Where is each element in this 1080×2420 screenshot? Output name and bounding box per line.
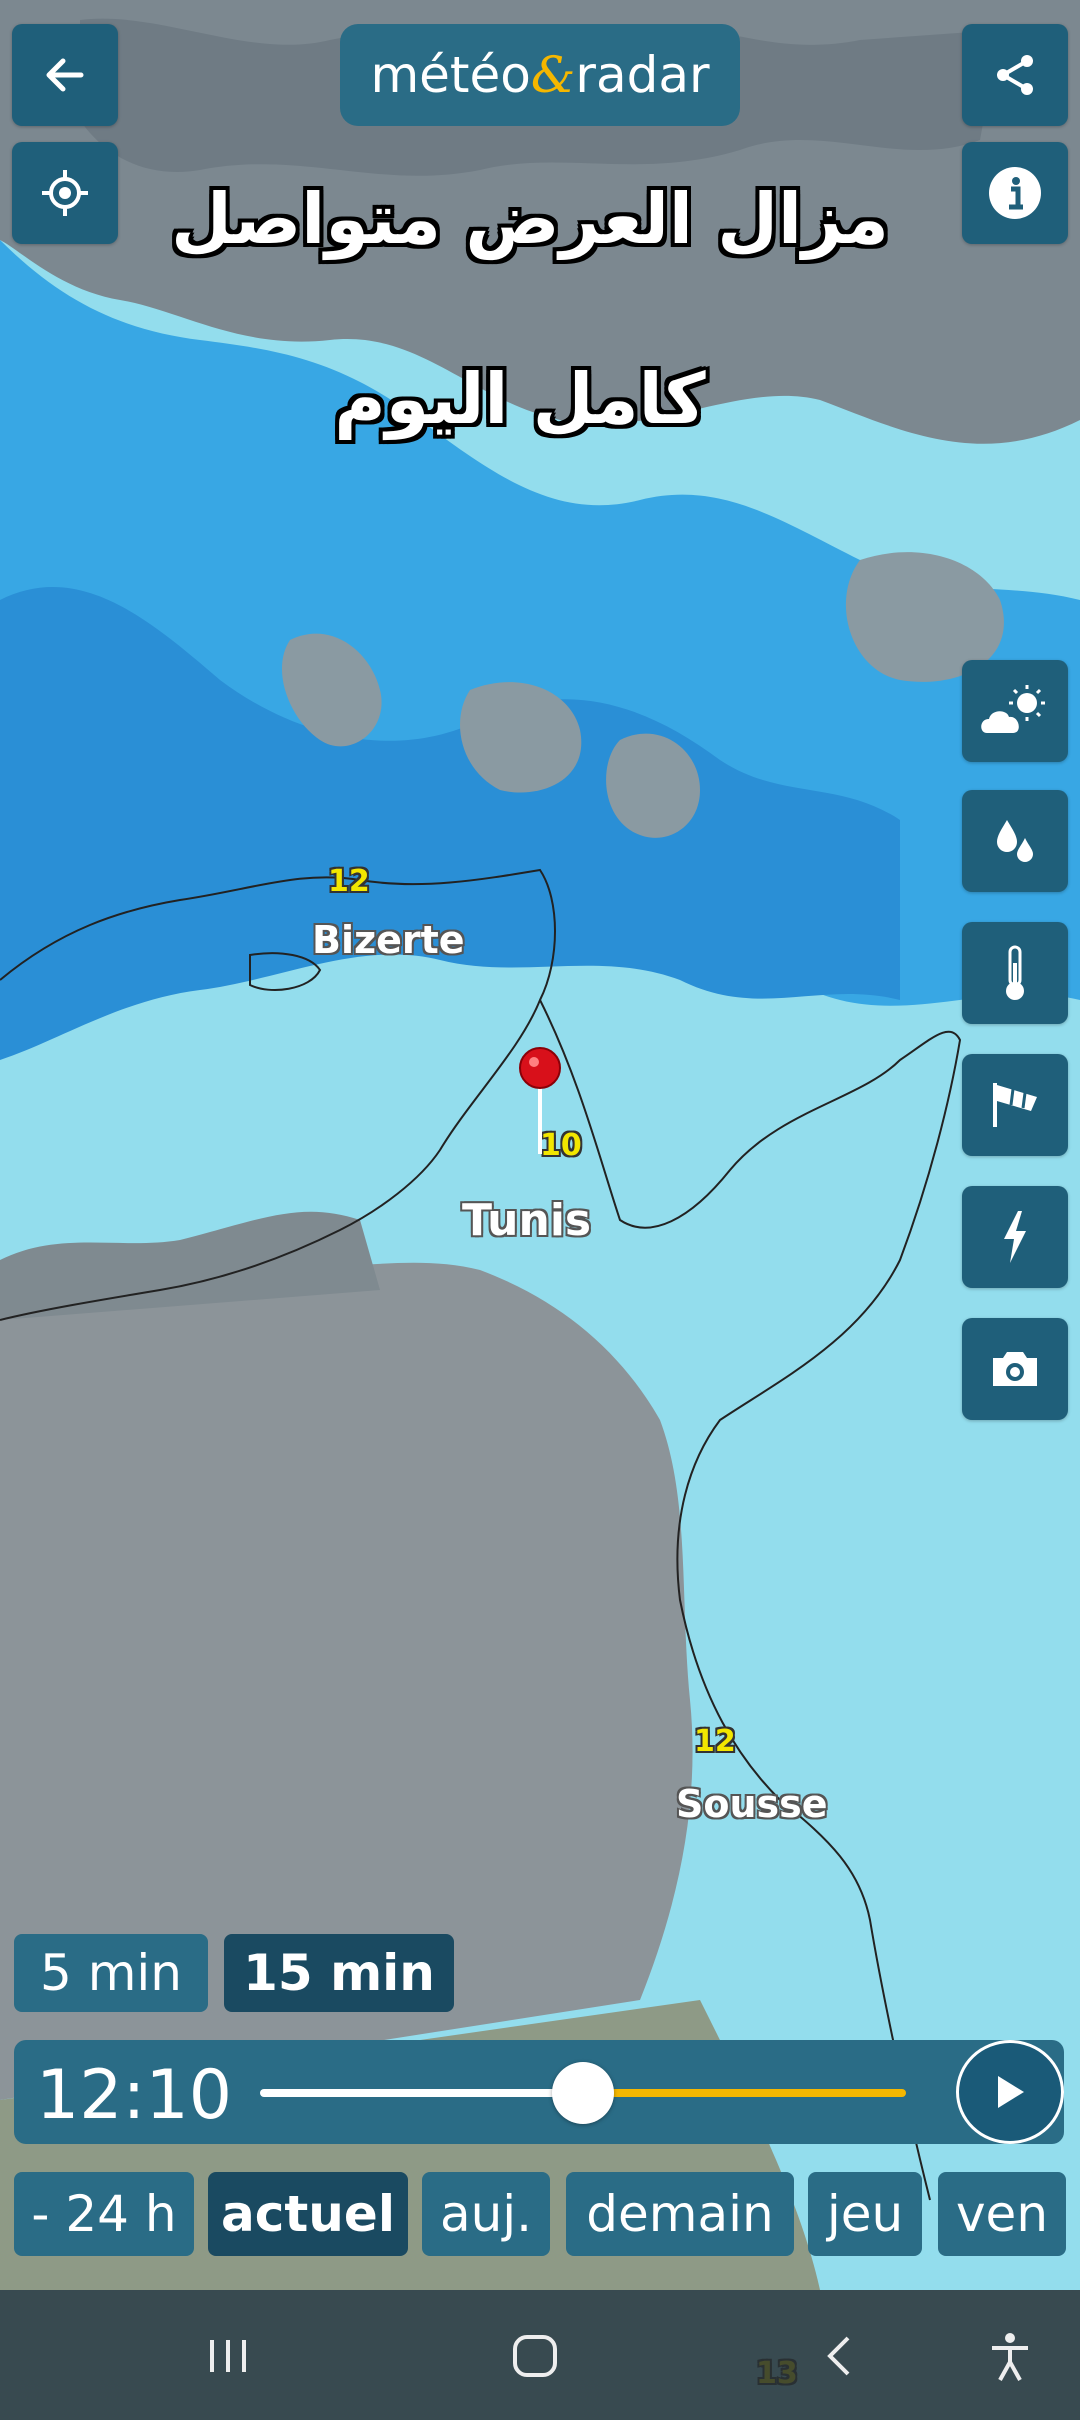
city-label-sousse: Sousse bbox=[676, 1782, 828, 1826]
locate-button[interactable] bbox=[12, 142, 118, 244]
bizerte-temp: 12 bbox=[328, 864, 370, 899]
logo-text-right: radar bbox=[575, 46, 710, 104]
back-nav-icon[interactable] bbox=[822, 2334, 858, 2378]
city-label-tunis: Tunis bbox=[462, 1195, 592, 1246]
timeline-slider-thumb[interactable] bbox=[552, 2062, 614, 2124]
precipitation-icon bbox=[997, 820, 1033, 862]
city-label-bizerte: Bizerte bbox=[312, 918, 465, 962]
arrow-left-icon bbox=[46, 58, 84, 92]
layer-lightning-button[interactable] bbox=[962, 1186, 1068, 1288]
layer-camera-button[interactable] bbox=[962, 1318, 1068, 1420]
timeline-bar: 12:10 bbox=[14, 2040, 1064, 2144]
layer-weather-button[interactable] bbox=[962, 660, 1068, 762]
timeline-track-remaining[interactable] bbox=[584, 2089, 906, 2097]
day-ven-button[interactable]: ven bbox=[938, 2172, 1066, 2256]
interval-15min-button[interactable]: 15 min bbox=[224, 1934, 454, 2012]
share-icon bbox=[997, 55, 1033, 95]
lightning-icon bbox=[1004, 1211, 1026, 1263]
logo-amp: & bbox=[530, 46, 576, 104]
wind-icon bbox=[993, 1083, 1037, 1127]
logo-text-left: météo bbox=[370, 46, 531, 104]
location-pin-icon[interactable] bbox=[518, 1046, 562, 1156]
current-time: 12:10 bbox=[36, 2056, 232, 2135]
day-jeu-button[interactable]: jeu bbox=[808, 2172, 922, 2256]
info-button[interactable] bbox=[962, 142, 1068, 244]
layer-temperature-button[interactable] bbox=[962, 922, 1068, 1024]
thermometer-icon bbox=[1006, 945, 1024, 1000]
share-button[interactable] bbox=[962, 24, 1068, 126]
home-icon[interactable] bbox=[510, 2332, 560, 2380]
timeline-track-played[interactable] bbox=[260, 2089, 596, 2097]
sousse-temp: 12 bbox=[694, 1724, 736, 1759]
layer-precipitation-button[interactable] bbox=[962, 790, 1068, 892]
accessibility-icon[interactable] bbox=[986, 2330, 1034, 2382]
info-icon bbox=[989, 167, 1041, 219]
day-minus24h-button[interactable]: - 24 h bbox=[14, 2172, 194, 2256]
recents-icon[interactable] bbox=[206, 2336, 250, 2376]
play-button[interactable] bbox=[956, 2040, 1064, 2144]
day-actuel-button[interactable]: actuel bbox=[208, 2172, 408, 2256]
locate-icon bbox=[42, 170, 88, 216]
weather-icon bbox=[981, 685, 1045, 733]
interval-5min-button[interactable]: 5 min bbox=[14, 1934, 208, 2012]
caption-line-2: كامل اليوم bbox=[334, 358, 706, 440]
back-button[interactable] bbox=[12, 24, 118, 126]
play-icon bbox=[998, 2076, 1024, 2108]
caption-line-1: مزال العرض متواصل bbox=[171, 178, 889, 260]
day-demain-button[interactable]: demain bbox=[566, 2172, 794, 2256]
system-nav-bar bbox=[0, 2290, 1080, 2420]
day-auj-button[interactable]: auj. bbox=[422, 2172, 550, 2256]
app-logo: météo & radar bbox=[340, 24, 740, 126]
camera-icon bbox=[993, 1352, 1037, 1386]
layer-wind-button[interactable] bbox=[962, 1054, 1068, 1156]
